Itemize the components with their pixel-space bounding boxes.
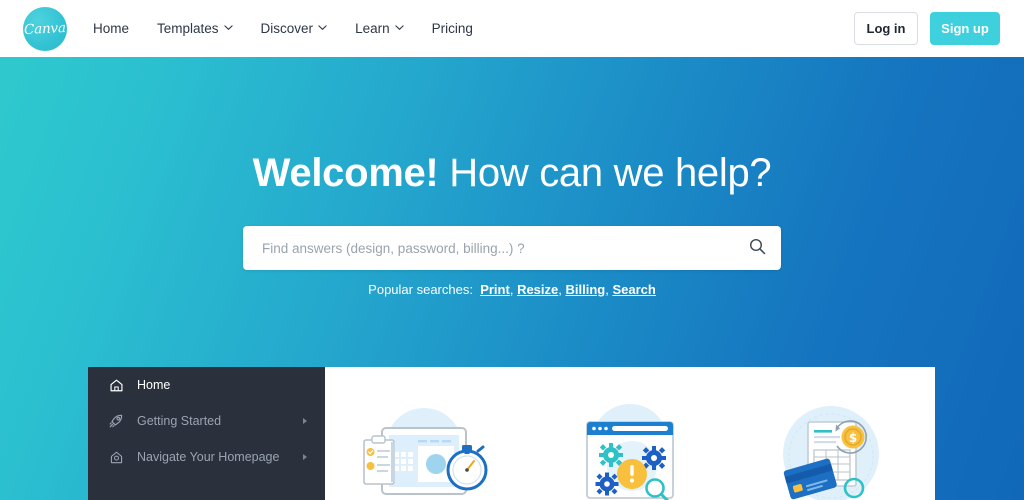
popular-searches-label: Popular searches: [368,282,473,297]
nav-item-pricing[interactable]: Pricing [418,21,487,36]
search-submit-button[interactable] [733,226,781,270]
browser-gears-warning-illustration [555,400,705,500]
main-nav: Home Templates Discover Learn Pricing [93,0,487,57]
illustration-art [362,427,488,495]
chevron-down-icon [223,23,233,32]
page-title-space [438,151,449,195]
page-title: Welcome! How can we help? [0,150,1024,196]
invoice-creditcard-coin-illustration: $ [758,400,908,500]
sidebar-item-home-label: Home [137,378,171,392]
auth-buttons: Log in Sign up [854,12,1000,45]
search-input[interactable] [243,240,733,256]
sep-1: , [509,282,518,297]
chevron-down-icon [318,23,327,32]
sidebar-item-navigate-your-homepage[interactable]: Navigate Your Homepage [88,439,325,475]
nav-item-home-label: Home [93,21,130,36]
canva-logo-text: Canva [23,19,67,39]
nav-item-templates-label: Templates [157,21,219,36]
illustration-art [586,421,674,500]
sidebar-item-home[interactable]: Home [88,367,325,403]
house-icon [106,376,126,394]
rocket-icon [106,412,126,430]
help-center-sidebar: Home Getting Started Navigate Your Homep… [88,367,325,500]
popular-search-link-billing[interactable]: Billing [566,282,606,297]
nav-item-pricing-label: Pricing [431,21,473,36]
help-center-content-panel: $ [325,367,935,500]
nav-item-templates[interactable]: Templates [143,21,247,36]
popular-search-link-print[interactable]: Print [480,282,510,297]
chevron-right-icon [303,418,307,424]
category-card[interactable] [528,367,731,500]
nav-item-learn[interactable]: Learn [341,21,418,36]
house-circle-icon [106,448,126,466]
page-title-rest: How can we help? [449,151,772,195]
category-card[interactable]: $ [732,367,935,500]
top-navigation-bar: Canva Home Templates Discover Learn Pric… [0,0,1024,57]
svg-text:$: $ [849,431,857,445]
page-title-bold: Welcome! [252,151,439,195]
nav-item-discover-label: Discover [260,21,314,36]
search-icon [749,238,766,258]
nav-item-discover[interactable]: Discover [247,21,342,36]
canva-logo[interactable]: Canva [23,7,67,51]
hero-section: Welcome! How can we help? Popular search… [0,57,1024,500]
sidebar-item-navigate-your-homepage-label: Navigate Your Homepage [137,450,280,464]
popular-searches: Popular searches: Print, Resize, Billing… [0,282,1024,297]
tablet-clipboard-stopwatch-illustration [352,400,502,500]
category-card[interactable] [325,367,528,500]
nav-item-learn-label: Learn [355,21,390,36]
sign-up-button[interactable]: Sign up [930,12,1000,45]
chevron-right-icon [303,454,307,460]
log-in-button[interactable]: Log in [854,12,918,45]
popular-search-link-resize[interactable]: Resize [517,282,558,297]
chevron-down-icon [394,23,404,32]
sidebar-item-getting-started[interactable]: Getting Started [88,403,325,439]
sep-2: , [558,282,566,297]
nav-item-home[interactable]: Home [93,21,143,36]
category-card-list: $ [325,367,935,500]
illustration-art: $ [784,413,874,500]
search-box[interactable] [243,226,781,270]
popular-search-link-search[interactable]: Search [612,282,655,297]
sidebar-item-getting-started-label: Getting Started [137,414,222,428]
